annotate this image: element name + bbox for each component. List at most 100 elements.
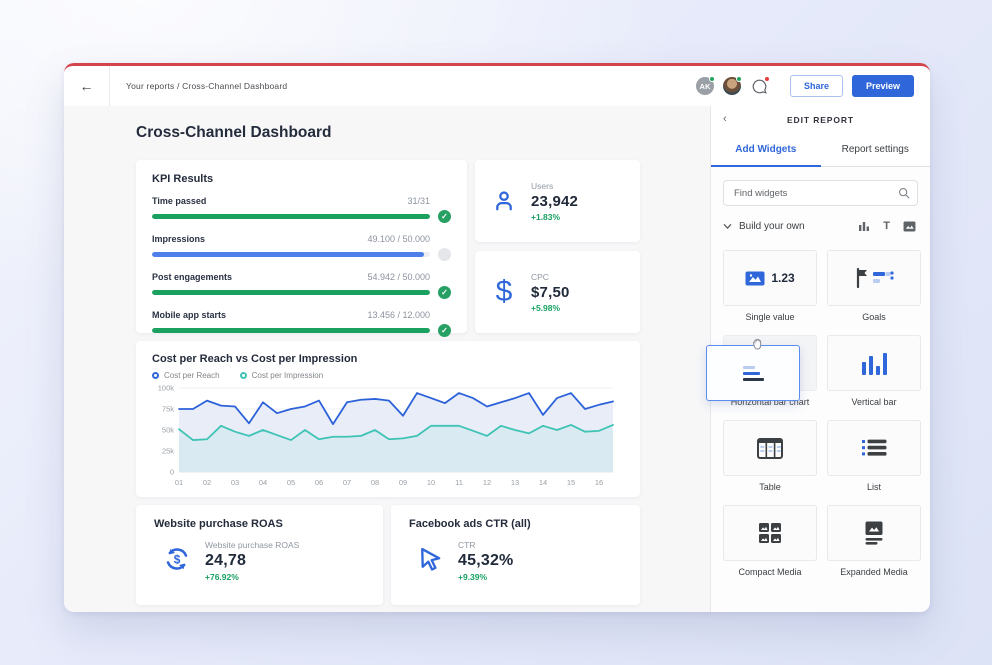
check-circle-icon: ✓ xyxy=(438,286,451,299)
breadcrumb[interactable]: Your reports / Cross-Channel Dashboard xyxy=(126,81,287,91)
svg-text:06: 06 xyxy=(315,478,323,487)
check-circle-icon: ✓ xyxy=(438,324,451,337)
expanded-media-icon xyxy=(865,521,883,545)
share-button[interactable]: Share xyxy=(789,75,843,97)
widget-list[interactable]: List xyxy=(827,420,921,492)
widget-compact-media[interactable]: Compact Media xyxy=(723,505,817,577)
widget-horizontal-bar-chart[interactable]: Horizontal bar chart xyxy=(706,335,817,407)
cpc-widget[interactable]: $ CPC $7,50 +5.98% xyxy=(475,251,640,333)
progress-fill xyxy=(152,214,430,219)
widget-label: Compact Media xyxy=(738,567,802,577)
kpi-value: 13.456 / 12.000 xyxy=(367,310,430,320)
widget-label: List xyxy=(866,482,881,492)
kpi-row: Time passed 31/31 ✓ xyxy=(152,196,451,223)
comments-button[interactable] xyxy=(750,75,770,96)
svg-text:25k: 25k xyxy=(162,447,174,456)
check-circle-icon: ✓ xyxy=(438,210,451,223)
search-input[interactable] xyxy=(723,180,918,206)
avatar[interactable]: AK xyxy=(695,76,715,95)
compact-media-icon xyxy=(759,523,781,543)
list-icon xyxy=(862,439,887,456)
edit-report-sidebar: ‹ EDIT REPORT Add Widgets Report setting… xyxy=(706,106,931,612)
dragged-widget-card[interactable] xyxy=(706,338,800,401)
users-widget[interactable]: Users 23,942 +1.83% xyxy=(475,160,640,242)
notification-dot xyxy=(763,75,770,82)
back-arrow-icon: ← xyxy=(79,78,94,94)
bar-chart-icon[interactable] xyxy=(858,220,870,232)
pending-circle-icon xyxy=(438,248,451,261)
progress-track xyxy=(152,328,430,333)
svg-text:10: 10 xyxy=(427,478,435,487)
svg-text:13: 13 xyxy=(511,478,519,487)
sample-value: 1.23 xyxy=(771,271,795,285)
app-window: ← Your reports / Cross-Channel Dashboard… xyxy=(64,63,930,612)
line-chart: 0 25k 50k 75k 100k 01 02 03 04 05 06 07 08 09 10 11 12 13… xyxy=(158,384,614,487)
collapse-sidebar-button[interactable]: ‹ xyxy=(723,114,727,125)
image-icon[interactable] xyxy=(903,220,916,232)
widget-expanded-media[interactable]: Expanded Media xyxy=(827,505,921,577)
page-title: Cross-Channel Dashboard xyxy=(136,124,332,141)
svg-text:14: 14 xyxy=(539,478,547,487)
stat-change: +5.98% xyxy=(531,302,561,313)
avatar-initials: AK xyxy=(699,81,711,91)
svg-text:11: 11 xyxy=(455,478,463,487)
line-chart-widget[interactable]: Cost per Reach vs Cost per Impression Co… xyxy=(136,341,640,497)
widget-label: Expanded Media xyxy=(840,567,908,577)
tab-report-settings[interactable]: Report settings xyxy=(821,133,931,166)
svg-text:01: 01 xyxy=(175,478,183,487)
back-button[interactable]: ← xyxy=(64,66,110,106)
progress-fill xyxy=(152,290,430,295)
chart-legend: Cost per Reach Cost per Impression xyxy=(152,371,620,380)
kpi-results-widget[interactable]: KPI Results Time passed 31/31 ✓ Impressi… xyxy=(136,160,467,337)
topbar: ← Your reports / Cross-Channel Dashboard… xyxy=(64,66,930,106)
stat-value: 45,32% xyxy=(458,552,514,569)
stat-label: CTR xyxy=(458,540,476,550)
avatar[interactable] xyxy=(722,76,742,95)
legend-label: Cost per Impression xyxy=(251,371,324,380)
sidebar-title: EDIT REPORT xyxy=(786,114,855,125)
progress-track xyxy=(152,214,430,219)
legend-dot-blue xyxy=(152,372,159,379)
report-canvas: Cross-Channel Dashboard KPI Results Time… xyxy=(64,106,710,612)
widget-label: Single value xyxy=(745,312,795,322)
kpi-row: Mobile app starts 13.456 / 12.000 ✓ xyxy=(152,310,451,337)
widget-table[interactable]: Table xyxy=(723,420,817,492)
preview-button[interactable]: Preview xyxy=(851,75,914,97)
progress-fill xyxy=(152,328,430,333)
widget-vertical-bar[interactable]: Vertical bar xyxy=(827,335,921,407)
build-your-own-section[interactable]: Build your own T xyxy=(711,214,930,236)
svg-text:03: 03 xyxy=(231,478,239,487)
kpi-row: Impressions 49.100 / 50.000 xyxy=(152,234,451,261)
widget-goals[interactable]: Goals xyxy=(827,250,921,322)
svg-text:0: 0 xyxy=(170,468,174,477)
svg-text:08: 08 xyxy=(371,478,379,487)
tab-add-widgets[interactable]: Add Widgets xyxy=(711,133,821,167)
kpi-value: 31/31 xyxy=(407,196,430,206)
widget-label: Table xyxy=(759,482,781,492)
legend-dot-teal xyxy=(239,372,247,379)
stat-value: $7,50 xyxy=(531,283,570,301)
svg-text:07: 07 xyxy=(343,478,351,487)
chevron-down-icon xyxy=(723,223,732,229)
widget-single-value[interactable]: 1.23 Single value xyxy=(723,250,817,322)
online-status-dot xyxy=(735,76,742,82)
roas-widget[interactable]: Website purchase ROAS $ Website purchase… xyxy=(136,505,383,605)
svg-text:$: $ xyxy=(174,552,181,566)
progress-track xyxy=(152,252,430,257)
ctr-widget[interactable]: Facebook ads CTR (all) CTR 45,32% +9.39% xyxy=(391,505,640,605)
progress-fill xyxy=(152,252,425,257)
widget-label: Vertical bar xyxy=(851,397,897,407)
svg-text:02: 02 xyxy=(203,478,211,487)
stat-value: 24,78 xyxy=(205,552,247,569)
chart-title: Cost per Reach vs Cost per Impression xyxy=(152,353,358,365)
stat-label: Website purchase ROAS xyxy=(205,540,300,550)
vertical-bar-icon xyxy=(861,351,887,375)
topbar-right: AK Share Preview xyxy=(695,75,930,97)
kpi-label: Mobile app starts xyxy=(152,310,227,320)
kpi-row: Post engagements 54.942 / 50.000 ✓ xyxy=(152,272,451,299)
grab-cursor-icon xyxy=(753,338,762,350)
search-icon xyxy=(898,187,910,199)
text-icon[interactable]: T xyxy=(883,220,890,232)
kpi-label: Post engagements xyxy=(152,272,233,282)
stat-change: +76.92% xyxy=(205,572,239,582)
